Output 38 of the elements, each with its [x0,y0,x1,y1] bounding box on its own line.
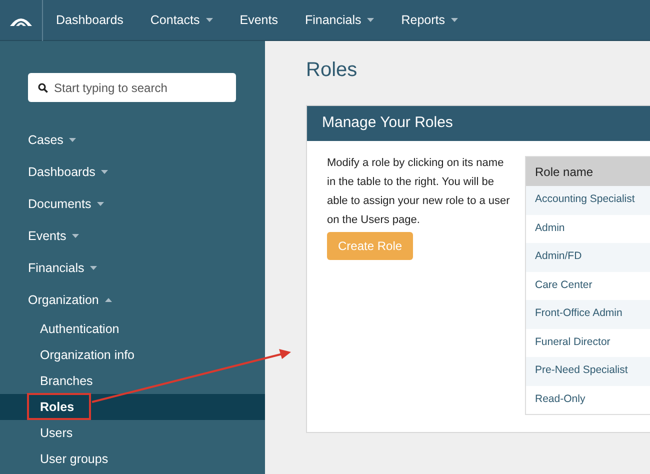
card-header: Manage Your Roles [307,106,650,141]
nav-link[interactable]: Contacts [150,10,213,30]
search-icon [38,82,48,92]
sidebar-subitem[interactable]: Users [0,420,265,446]
role-link[interactable]: Read-Only [526,386,650,414]
sidebar-item[interactable]: Events [0,220,265,252]
caret-icon [101,170,108,174]
sidebar-subitem[interactable]: Branches [0,368,265,394]
nav-link[interactable]: Reports [401,10,458,30]
sidebar-item[interactable]: Organization [0,284,265,316]
sidebar-subitem[interactable]: Roles [0,394,265,420]
role-link[interactable]: Pre-Need Specialist [526,357,650,386]
search-field[interactable]: Start typing to search [28,73,236,102]
role-link[interactable]: Accounting Specialist [526,186,650,214]
caret-icon [97,202,104,206]
role-link[interactable]: Front-Office Admin [526,300,650,328]
role-link[interactable]: Care Center [526,272,650,300]
nav-link[interactable]: Events [240,10,278,30]
nav-link[interactable]: Financials [304,10,374,30]
role-link[interactable]: Admin [526,214,650,243]
nav-link[interactable]: Dashboards [56,10,124,30]
caret-icon [69,138,76,142]
sidebar-item[interactable]: Documents [0,188,265,220]
sidebar-subitem[interactable]: User groups [0,446,265,472]
caret-icon [104,298,112,302]
sidebar-subitem[interactable]: Organization info [0,342,265,368]
page-title: Roles [306,58,358,82]
role-link[interactable]: Admin/FD [526,243,650,272]
sidebar-item[interactable]: Cases [0,124,265,156]
role-link[interactable]: Funeral Director [526,328,650,357]
highlight-frame [27,393,91,420]
sidebar-subitem[interactable]: Authentication [0,316,265,342]
column-header: Role name [526,157,650,186]
sidebar-item[interactable]: Financials [0,252,265,284]
caret-icon [72,234,80,238]
caret-icon [90,266,98,270]
description-text: Modify a role by clicking on its name in the table to the right. You will be able to assign your new role to a user on the Users page. [327,156,511,228]
sidebar-item[interactable]: Dashboards [0,156,265,188]
